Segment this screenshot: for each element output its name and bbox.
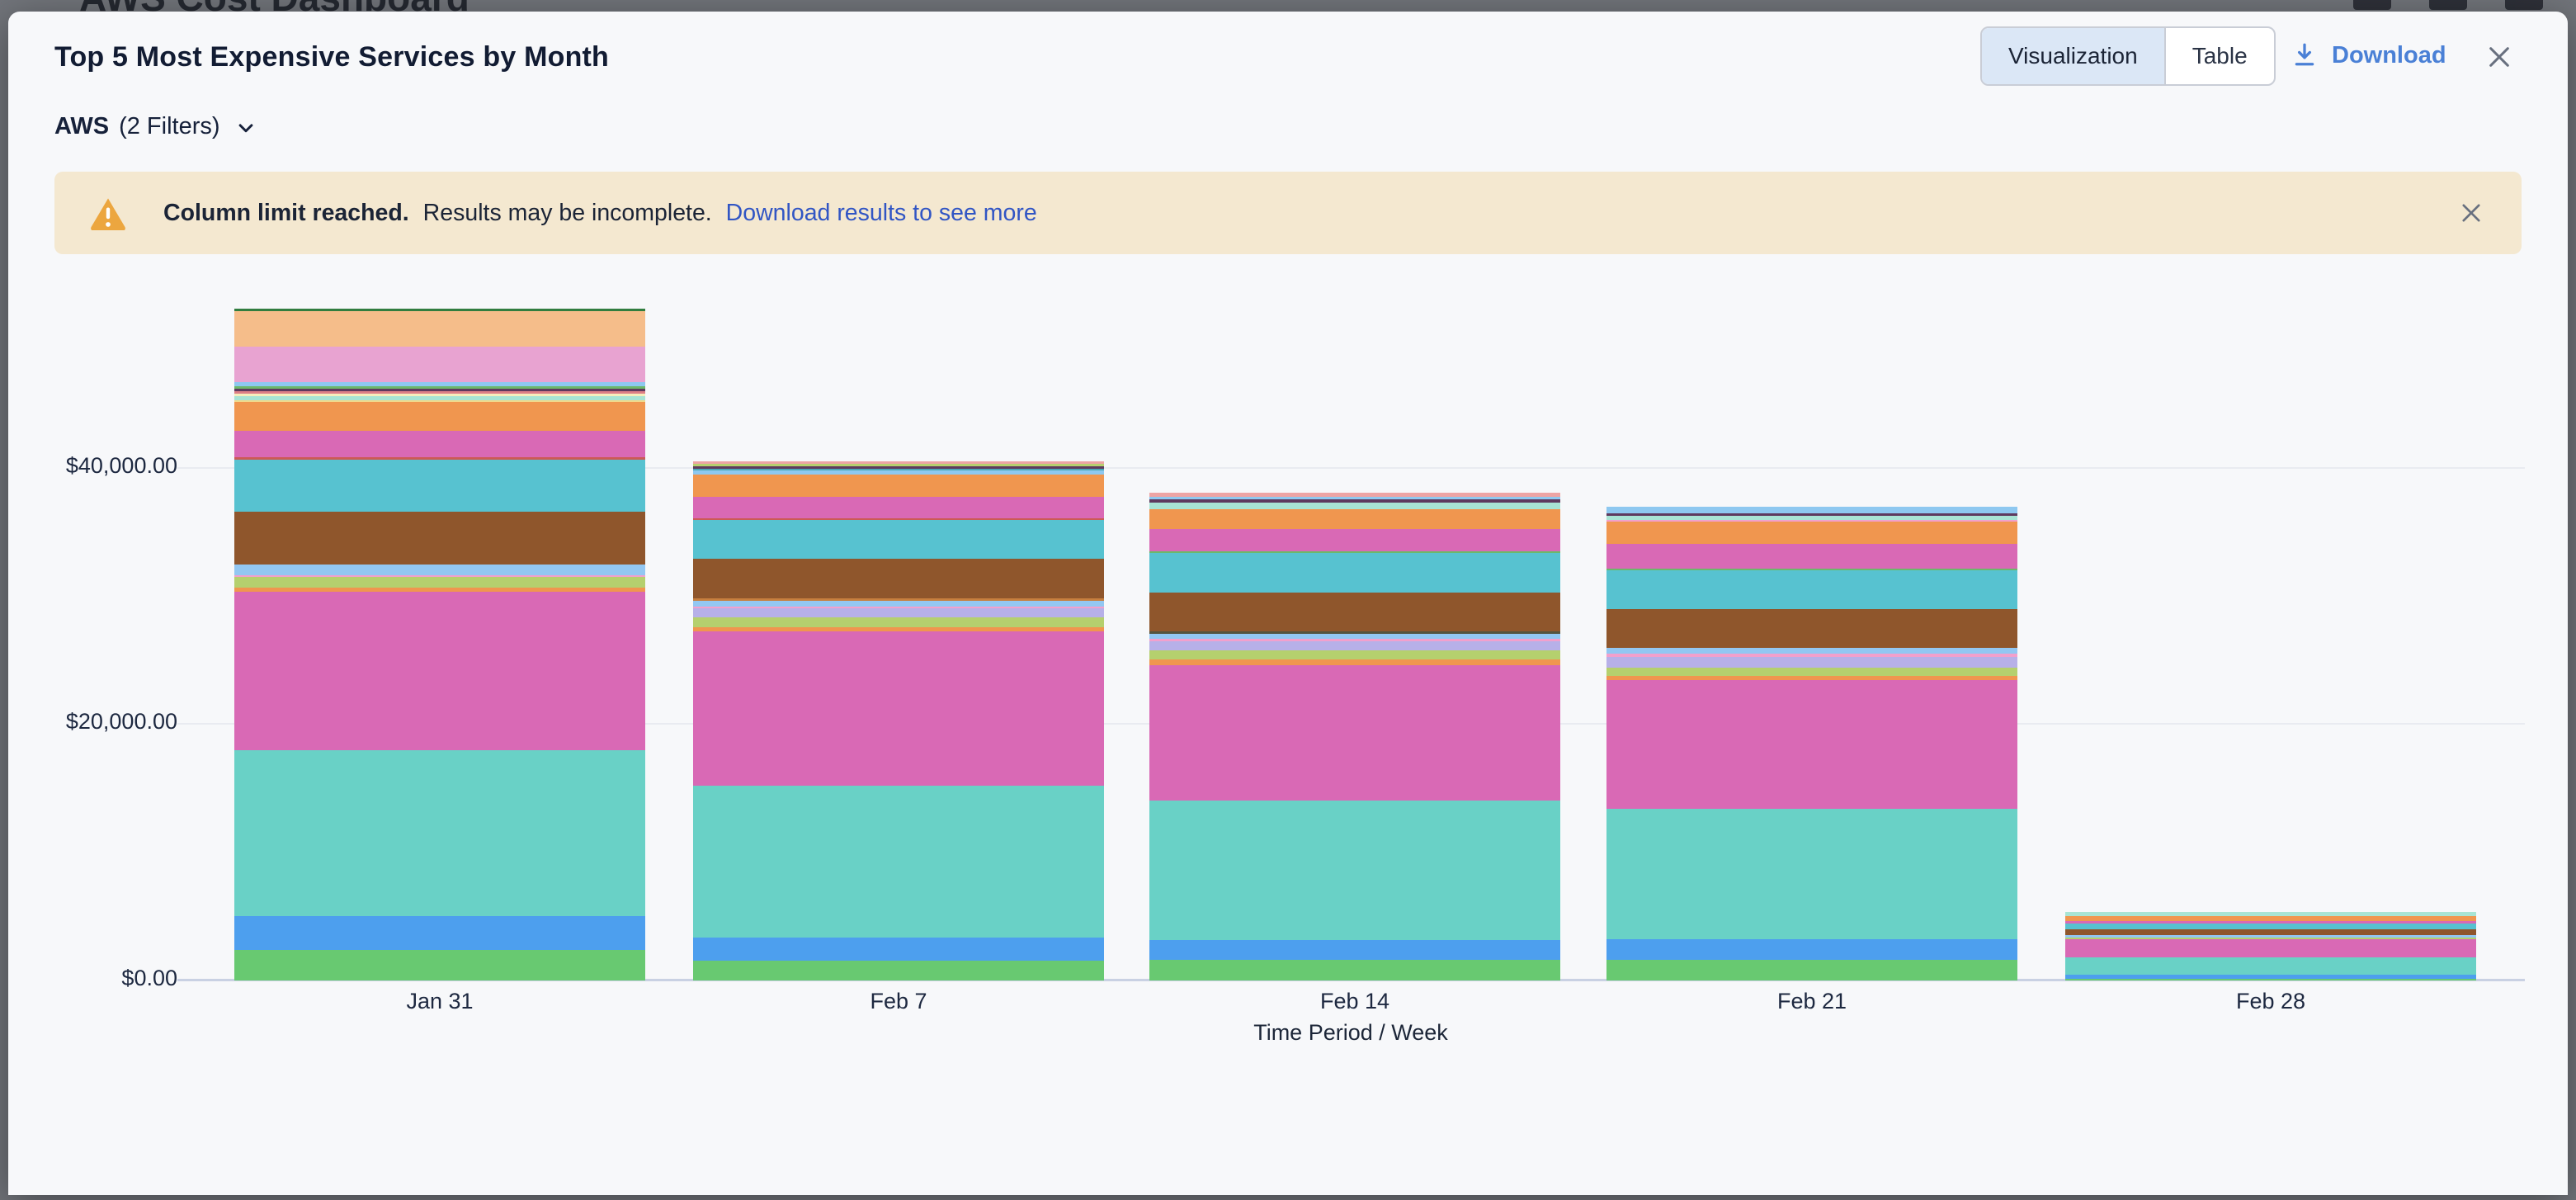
- bar-segment[interactable]: [2065, 957, 2476, 975]
- bar-segment[interactable]: [1606, 522, 2017, 544]
- bar-segment[interactable]: [693, 631, 1104, 786]
- bar-segment[interactable]: [234, 512, 645, 565]
- bar-segment[interactable]: [693, 520, 1104, 559]
- bar-segment[interactable]: [1149, 503, 1560, 509]
- y-axis-tick-label: $40,000.00: [8, 453, 177, 479]
- bar-segment[interactable]: [234, 460, 645, 512]
- bar-segment[interactable]: [693, 559, 1104, 598]
- bar-segment[interactable]: [234, 431, 645, 457]
- bar-segment[interactable]: [1149, 650, 1560, 659]
- stacked-bar-jan-31[interactable]: [234, 309, 645, 980]
- bar-segment[interactable]: [693, 475, 1104, 497]
- bar-segment[interactable]: [1149, 529, 1560, 551]
- bar-segment[interactable]: [1149, 593, 1560, 631]
- bar-segment[interactable]: [693, 608, 1104, 617]
- bar-segment[interactable]: [693, 617, 1104, 627]
- bar-segment[interactable]: [1149, 553, 1560, 593]
- bar-segment[interactable]: [234, 565, 645, 575]
- bar-segment[interactable]: [1606, 657, 2017, 668]
- x-axis-tick-label: Feb 7: [775, 989, 1022, 1014]
- bar-segment[interactable]: [1149, 659, 1560, 665]
- stacked-bar-feb-7[interactable]: [693, 461, 1104, 980]
- bar-segment[interactable]: [1606, 939, 2017, 960]
- bar-segment[interactable]: [2065, 924, 2476, 929]
- bar-segment[interactable]: [1606, 680, 2017, 809]
- bar-segment[interactable]: [1606, 668, 2017, 676]
- chart-detail-modal: Top 5 Most Expensive Services by Month V…: [8, 12, 2568, 1195]
- x-axis-title: Time Period / Week: [938, 1020, 1763, 1046]
- bar-segment[interactable]: [693, 938, 1104, 961]
- stacked-bar-feb-14[interactable]: [1149, 493, 1560, 980]
- bar-segment[interactable]: [2065, 929, 2476, 935]
- bar-segment[interactable]: [1149, 801, 1560, 940]
- bar-segment[interactable]: [234, 592, 645, 750]
- bar-segment[interactable]: [1149, 940, 1560, 960]
- bar-segment[interactable]: [1606, 960, 2017, 980]
- bar-segment[interactable]: [1606, 507, 2017, 513]
- stacked-bar-feb-28[interactable]: [2065, 912, 2476, 980]
- background-icon-fragment: [2505, 0, 2543, 10]
- bar-segment[interactable]: [1606, 809, 2017, 939]
- stacked-bar-chart: Time Period / Week Jan 31 Feb 7 Feb 14 Feb …: [8, 12, 2568, 1195]
- stacked-bar-feb-21[interactable]: [1606, 507, 2017, 980]
- bar-segment[interactable]: [234, 347, 645, 382]
- bar-segment[interactable]: [2065, 979, 2476, 980]
- bar-segment[interactable]: [693, 497, 1104, 518]
- x-axis-tick-label: Feb 21: [1688, 989, 1936, 1014]
- y-axis-tick-label: $20,000.00: [8, 709, 177, 735]
- x-axis-tick-label: Feb 14: [1231, 989, 1479, 1014]
- x-axis-tick-label: Jan 31: [316, 989, 564, 1014]
- background-icon-fragment: [2429, 0, 2467, 10]
- bar-segment[interactable]: [1149, 960, 1560, 980]
- bar-segment[interactable]: [2065, 939, 2476, 957]
- bar-segment[interactable]: [1149, 665, 1560, 801]
- bar-segment[interactable]: [693, 786, 1104, 938]
- bar-segment[interactable]: [234, 311, 645, 347]
- bar-segment[interactable]: [693, 601, 1104, 607]
- bar-segment[interactable]: [234, 950, 645, 980]
- bar-segment[interactable]: [1149, 509, 1560, 529]
- bar-segment[interactable]: [1606, 544, 2017, 569]
- bar-segment[interactable]: [234, 750, 645, 916]
- x-axis-tick-label: Feb 28: [2147, 989, 2394, 1014]
- y-axis-tick-label: $0.00: [8, 966, 177, 991]
- bar-segment[interactable]: [1606, 570, 2017, 609]
- bar-segment[interactable]: [234, 916, 645, 950]
- bar-segment[interactable]: [1149, 641, 1560, 650]
- bar-segment[interactable]: [1606, 648, 2017, 654]
- bar-segment[interactable]: [1606, 609, 2017, 648]
- background-icon-fragment: [2353, 0, 2391, 10]
- bar-segment[interactable]: [234, 577, 645, 588]
- bar-segment[interactable]: [693, 961, 1104, 980]
- bar-segment[interactable]: [234, 402, 645, 431]
- background-toolbar-fragments: [2353, 0, 2543, 10]
